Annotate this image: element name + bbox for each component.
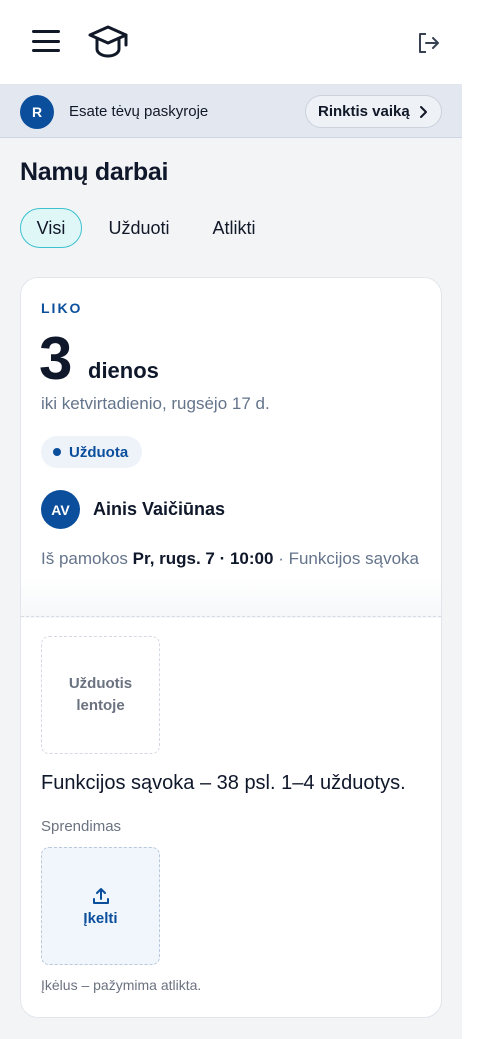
tab-completed[interactable]: Atlikti: [204, 208, 264, 248]
solution-label: Sprendimas: [41, 818, 122, 835]
homework-card[interactable]: LIKO 3 dienos iki ketvirtadienio, rugsėj…: [20, 277, 442, 1018]
choose-child-label: Rinktis vaiką: [318, 103, 410, 120]
upload-button[interactable]: Įkelti: [41, 847, 160, 965]
graduation-cap-icon[interactable]: [86, 22, 130, 62]
board-task-placeholder[interactable]: Užduotis lentoje: [41, 636, 160, 754]
days-remaining-count: 3: [39, 325, 73, 392]
logout-icon[interactable]: [416, 30, 442, 56]
page-title: Namų darbai: [20, 158, 169, 186]
parent-avatar: R: [20, 95, 54, 129]
task-description: Funkcijos sąvoka – 38 psl. 1–4 užduotys.: [41, 772, 406, 794]
chevron-right-icon: [420, 106, 427, 118]
upload-note: Įkėlus – pažymima atlikta.: [41, 977, 202, 993]
deadline-text: iki ketvirtadienio, rugsėjo 17 d.: [41, 394, 270, 413]
board-task-label: Užduotis lentoje: [68, 675, 133, 714]
hamburger-menu-icon[interactable]: [32, 30, 60, 52]
lesson-info: Iš pamokos Pr, rugs. 7 · 10:00 · Funkcij…: [41, 546, 421, 571]
lesson-prefix: Iš pamokos: [41, 549, 128, 568]
teacher-avatar: AV: [41, 490, 80, 529]
lesson-time: Pr, rugs. 7 · 10:00: [132, 549, 274, 568]
upload-label: Įkelti: [83, 909, 118, 927]
parent-account-text: Esate tėvų paskyroje: [69, 103, 209, 120]
upload-icon: [92, 887, 109, 904]
status-badge: Užduota: [41, 436, 142, 468]
status-label: Užduota: [69, 443, 129, 461]
tab-assigned[interactable]: Užduoti: [100, 208, 178, 248]
status-dot-icon: [53, 448, 61, 456]
card-divider: [21, 616, 441, 617]
remaining-label: LIKO: [41, 300, 83, 316]
choose-child-button[interactable]: Rinktis vaiką: [305, 95, 442, 128]
tab-all[interactable]: Visi: [20, 208, 82, 248]
lesson-topic: · Funkcijos sąvoka: [278, 549, 419, 568]
top-bar: [0, 0, 462, 84]
teacher-name: Ainis Vaičiūnas: [93, 499, 226, 519]
days-remaining-unit: dienos: [88, 358, 159, 383]
card-fade: [21, 578, 441, 618]
scroll-gutter: [462, 0, 480, 1039]
